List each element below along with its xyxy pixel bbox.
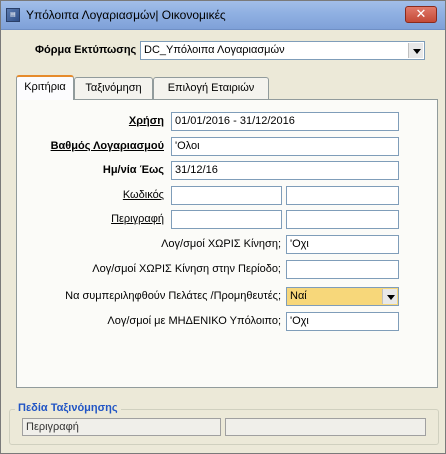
print-form-value: DC_Υπόλοιπα Λογαριασμών (144, 44, 285, 56)
print-form-select[interactable]: DC_Υπόλοιπα Λογαριασμών (140, 41, 425, 60)
sort-field-1: Περιγραφή (22, 418, 221, 436)
title-bar[interactable]: ▤ Υπόλοιπα Λογαριασμών| Οικονομικές ✕ (1, 1, 445, 30)
sort-field-2 (225, 418, 426, 436)
close-button[interactable]: ✕ (405, 6, 437, 23)
no-movement-period-field[interactable] (286, 260, 399, 279)
app-icon: ▤ (6, 8, 20, 22)
window-title: Υπόλοιπα Λογαριασμών| Οικονομικές (26, 8, 226, 22)
tab-sorting[interactable]: Ταξινόμηση (74, 77, 153, 99)
report-window: ▤ Υπόλοιπα Λογαριασμών| Οικονομικές ✕ Φό… (0, 0, 446, 454)
code-from-field[interactable] (171, 186, 282, 205)
description-to-field[interactable] (286, 210, 399, 229)
fiscal-year-label: Χρήση (128, 115, 164, 127)
tab-company-selection[interactable]: Επιλογή Εταιριών (153, 77, 269, 99)
tab-criteria[interactable]: Κριτήρια (16, 75, 74, 100)
fiscal-year-field[interactable]: 01/01/2016 - 31/12/2016 (171, 112, 399, 131)
code-to-field[interactable] (286, 186, 399, 205)
account-level-label: Βαθμός Λογαριασμού (50, 140, 164, 152)
zero-balance-label: Λογ/σμοί με ΜΗΔΕΝΙΚΟ Υπόλοιπο; (107, 315, 281, 327)
print-form-label: Φόρμα Εκτύπωσης (35, 44, 137, 56)
no-movement-label: Λογ/σμοί ΧΩΡΙΣ Κίνηση; (161, 238, 281, 250)
description-label: Περιγραφή (111, 213, 164, 225)
no-movement-period-label: Λογ/σμοί ΧΩΡΙΣ Κίνηση στην Περίοδο; (92, 263, 281, 275)
zero-balance-field[interactable]: 'Οχι (286, 312, 399, 331)
chevron-down-icon[interactable] (382, 289, 397, 304)
description-from-field[interactable] (171, 210, 282, 229)
code-label: Κωδικός (122, 189, 164, 201)
sort-fields-label: Πεδία Ταξινόμησης (15, 402, 121, 414)
include-customers-label: Να συμπεριληφθούν Πελάτες /Προμηθευτές; (65, 290, 281, 302)
account-level-field[interactable]: 'Ολοι (171, 137, 399, 156)
include-customers-select[interactable]: Ναί (286, 287, 399, 306)
chevron-down-icon[interactable] (408, 43, 423, 58)
no-movement-field[interactable]: 'Οχι (286, 235, 399, 254)
date-to-label: Ημ/νία Έως (102, 164, 164, 176)
include-customers-value: Ναί (290, 290, 307, 302)
date-to-field[interactable]: 31/12/16 (171, 161, 399, 180)
